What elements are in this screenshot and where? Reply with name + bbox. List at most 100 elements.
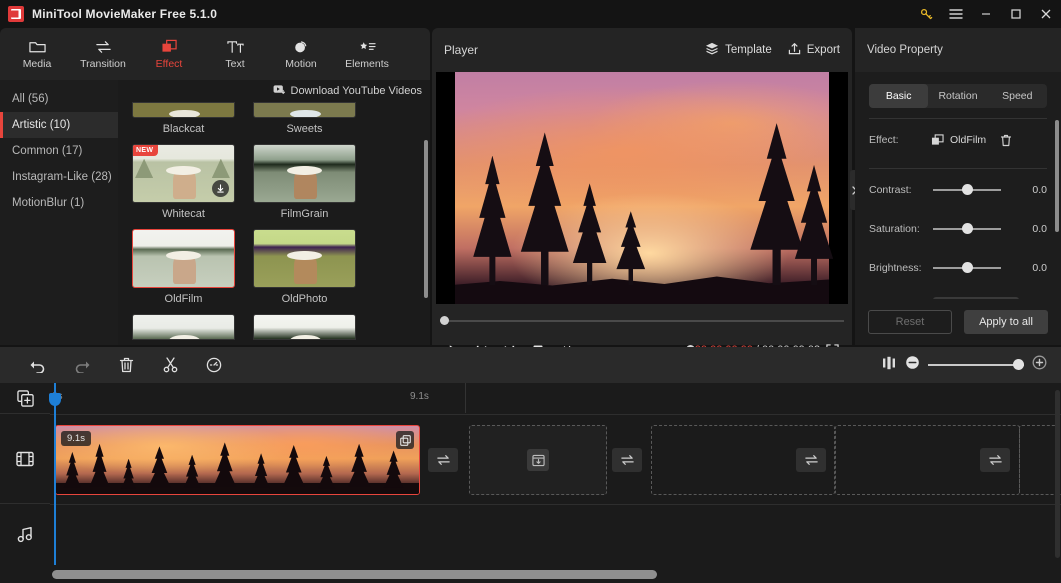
preview-tree [572,183,607,286]
seek-handle[interactable] [440,316,449,325]
effect-name: FilmGrain [280,208,329,220]
effect-item-partial-left[interactable] [132,314,235,340]
effect-item-whitecat[interactable]: NEW Whitecat [132,144,235,229]
contrast-slider[interactable] [933,184,1001,196]
brightness-label: Brightness: [869,262,922,274]
add-media-button[interactable] [0,383,50,413]
clip-layers-icon[interactable] [396,431,414,449]
playhead[interactable] [49,383,61,565]
effect-item-oldfilm[interactable]: OldFilm [132,229,235,314]
timeline-toolbar [0,347,1061,383]
media-slot-1[interactable] [469,425,607,495]
maximize-icon[interactable] [1001,0,1031,28]
preview-tree [616,211,646,286]
zoom-in-icon[interactable] [1032,355,1047,375]
category-item-all[interactable]: All (56) [0,86,118,112]
brightness-value: 0.0 [1032,262,1047,274]
template-button[interactable]: Template [705,42,772,58]
effect-thumbnail [132,229,235,288]
menu-icon[interactable] [941,0,971,28]
undo-button[interactable] [16,350,60,380]
tab-rotation[interactable]: Rotation [928,84,987,108]
close-icon[interactable] [1031,0,1061,28]
property-footer: Reset Apply to all [855,299,1061,345]
video-property-panel: Video Property Basic Rotation Speed Effe… [855,28,1061,345]
transition-button-1[interactable] [428,448,458,472]
player-seek-bar[interactable] [440,316,844,326]
saturation-slider[interactable] [933,223,1001,235]
download-bar: Download YouTube Videos [118,80,430,102]
category-item-common[interactable]: Common (17) [0,138,118,164]
effect-download-icon[interactable] [212,180,229,197]
video-clip[interactable]: 9.1s [55,425,420,495]
saturation-row: Saturation: 0.0 [869,218,1047,240]
slider-handle[interactable] [962,184,973,195]
layers-icon [705,42,719,58]
divider [869,118,1047,119]
preview-video[interactable] [455,72,834,304]
seek-track [440,320,844,322]
effect-item-sweets[interactable]: Sweets [253,102,356,144]
audio-track[interactable] [50,504,1061,565]
effect-name: OldPhoto [281,293,328,305]
effect-item-oldphoto[interactable]: OldPhoto [253,229,356,314]
reset-button[interactable]: Reset [868,310,952,334]
property-scrollbar[interactable] [1055,120,1059,232]
download-youtube-videos-button[interactable]: Download YouTube Videos [273,84,423,98]
effect-name: Blackcat [162,123,205,135]
slider-handle[interactable] [962,223,973,234]
speed-button[interactable] [192,350,236,380]
clip-duration-badge: 9.1s [61,431,91,446]
minimize-icon[interactable] [971,0,1001,28]
zoom-track [928,364,1024,366]
toolbar-item-motion[interactable]: Motion [268,30,334,78]
effect-thumbnail [253,102,356,118]
toolbar-item-effect[interactable]: Effect [136,30,202,78]
category-item-artistic[interactable]: Artistic (10) [0,112,118,138]
effect-row-label: Effect: [869,134,899,146]
zoom-handle[interactable] [1013,359,1024,370]
video-track[interactable]: 9.1s [50,414,1061,504]
redo-button[interactable] [60,350,104,380]
effect-name: OldFilm [164,293,203,305]
video-track-header[interactable] [0,414,50,503]
category-item-instagram-like[interactable]: Instagram-Like (28) [0,164,118,190]
timeline-vertical-scrollbar[interactable] [1055,390,1060,558]
divider [869,168,1047,169]
download-youtube-videos-label: Download YouTube Videos [290,85,423,97]
trash-icon[interactable] [1000,134,1012,147]
toolbar-label-media: Media [22,58,52,70]
toolbar-item-text[interactable]: Text [202,30,268,78]
timeline-ruler[interactable]: 0s 9.1s [50,383,1061,413]
toolbar-label-text: Text [225,58,245,70]
zoom-out-icon[interactable] [905,355,920,375]
toolbar-item-media[interactable]: Media [4,30,70,78]
app-title: MiniTool MovieMaker Free 5.1.0 [32,7,218,21]
delete-button[interactable] [104,350,148,380]
slider-handle[interactable] [962,262,973,273]
transition-button-2[interactable] [612,448,642,472]
effects-grid-scrollbar[interactable] [424,140,428,298]
title-bar: MiniTool MovieMaker Free 5.1.0 [0,0,1061,28]
split-button[interactable] [148,350,192,380]
apply-to-all-button[interactable]: Apply to all [964,310,1048,334]
brightness-slider[interactable] [933,262,1001,274]
effects-grid: Blackcat Sweets NEW Whitecat FilmGrain O… [118,102,430,345]
effect-item-blackcat[interactable]: Blackcat [132,102,235,144]
player-header: Player Template Export [432,28,852,72]
timeline-horizontal-scrollbar[interactable] [52,570,657,579]
zoom-fit-icon[interactable] [881,356,897,375]
tab-basic[interactable]: Basic [869,84,929,108]
toolbar-item-elements[interactable]: Elements [334,30,400,78]
transition-button-4[interactable] [980,448,1010,472]
tab-speed[interactable]: Speed [988,84,1047,108]
key-icon[interactable] [911,0,941,28]
effect-item-filmgrain[interactable]: FilmGrain [253,144,356,229]
effect-item-partial-right[interactable] [253,314,356,340]
audio-track-header[interactable] [0,504,50,564]
zoom-slider[interactable] [928,359,1024,371]
transition-button-3[interactable] [796,448,826,472]
toolbar-item-transition[interactable]: Transition [70,30,136,78]
export-button[interactable]: Export [788,42,840,58]
category-item-motionblur[interactable]: MotionBlur (1) [0,190,118,216]
